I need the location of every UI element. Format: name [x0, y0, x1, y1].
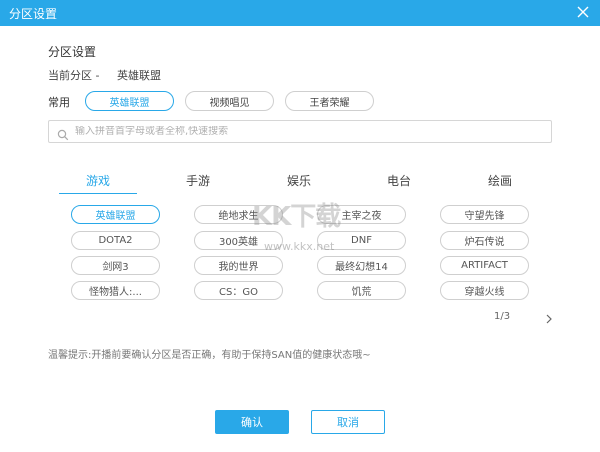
search-box: [48, 120, 552, 143]
game-item[interactable]: 守望先锋: [440, 205, 529, 224]
game-item[interactable]: 剑网3: [71, 256, 160, 275]
tab-radio[interactable]: 电台: [359, 172, 439, 196]
common-chip-video[interactable]: 视频唱见: [185, 91, 274, 111]
common-chip-lol[interactable]: 英雄联盟: [85, 91, 174, 111]
search-icon: [57, 126, 69, 140]
game-item[interactable]: 英雄联盟: [71, 205, 160, 224]
watermark-url: www.kkx.net: [264, 240, 335, 253]
search-input[interactable]: [75, 126, 551, 137]
game-item[interactable]: 最终幻想14: [317, 256, 406, 275]
game-item[interactable]: DOTA2: [71, 231, 160, 250]
common-label: 常用: [48, 96, 70, 109]
chevron-right-icon[interactable]: [543, 310, 555, 324]
tab-entertainment[interactable]: 娱乐: [259, 172, 339, 196]
hint-text: 温馨提示:开播前要确认分区是否正确，有助于保持SAN值的健康状态哦~: [48, 350, 371, 361]
confirm-button[interactable]: 确认: [215, 410, 289, 434]
game-item[interactable]: 炉石传说: [440, 231, 529, 250]
game-item[interactable]: ARTIFACT: [440, 256, 529, 275]
game-item[interactable]: 我的世界: [194, 256, 283, 275]
current-zone: 当前分区 - 英雄联盟: [48, 67, 161, 83]
page-indicator: 1/3: [494, 311, 511, 322]
cancel-button[interactable]: 取消: [311, 410, 385, 434]
current-zone-label: 当前分区 -: [48, 69, 100, 82]
section-title: 分区设置: [48, 45, 97, 59]
game-item[interactable]: 穿越火线: [440, 281, 529, 300]
watermark-logo: KK下载: [252, 202, 341, 232]
tab-drawing[interactable]: 绘画: [460, 172, 540, 196]
active-tab-underline: [59, 193, 137, 194]
game-item[interactable]: 怪物猎人:...: [71, 281, 160, 300]
game-item[interactable]: CS：GO: [194, 281, 283, 300]
window-title: 分区设置: [9, 7, 58, 21]
game-item[interactable]: 饥荒: [317, 281, 406, 300]
tab-mobile-games[interactable]: 手游: [158, 172, 238, 196]
current-zone-value: 英雄联盟: [116, 69, 161, 82]
close-icon[interactable]: [574, 3, 592, 21]
common-chip-honor[interactable]: 王者荣耀: [285, 91, 374, 111]
title-bar: 分区设置: [0, 0, 600, 26]
